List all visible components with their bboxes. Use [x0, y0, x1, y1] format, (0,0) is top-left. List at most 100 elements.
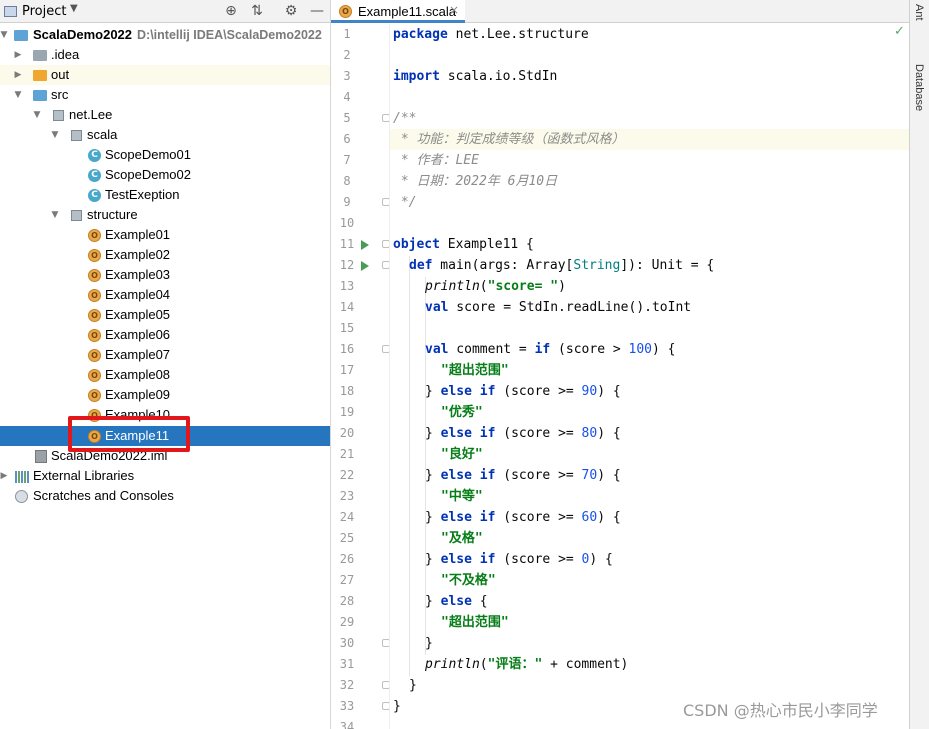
tree-item-example02[interactable]: O Example02 [0, 245, 330, 265]
object-icon: O [88, 249, 101, 262]
package-icon [71, 210, 82, 221]
close-icon[interactable]: × [449, 3, 459, 17]
line-number: 6 [343, 132, 351, 146]
tree-item-test-exeption[interactable]: C TestExeption [0, 185, 330, 205]
project-path: D:\intellij IDEA\ScalaDemo2022 [137, 28, 322, 42]
tree-item-example06[interactable]: O Example06 [0, 325, 330, 345]
collapsed-arrow-icon[interactable]: ▶ [13, 68, 23, 82]
object-icon: O [88, 349, 101, 362]
tree-item-example05[interactable]: O Example05 [0, 305, 330, 325]
package-icon [71, 130, 82, 141]
class-icon: C [88, 169, 101, 182]
object-icon: O [88, 329, 101, 342]
hide-icon[interactable]: — [308, 2, 326, 20]
tree-item-label: TestExeption [105, 187, 180, 202]
run-icon[interactable] [361, 261, 369, 271]
tree-item-label: Example06 [105, 327, 171, 342]
database-tool-button[interactable]: Database [913, 64, 925, 111]
line-number: 5 [343, 111, 351, 125]
line-number: 30 [339, 636, 355, 650]
tree-item-root[interactable]: ▼ ScalaDemo2022 D:\intellij IDEA\ScalaDem… [0, 25, 330, 45]
line-number: 17 [339, 363, 355, 377]
code-comment: * 日期：2022年 6月10日 [393, 174, 558, 189]
tree-item-example03[interactable]: O Example03 [0, 265, 330, 285]
collapse-all-icon[interactable]: ⇅ [248, 2, 266, 20]
tree-item-idea[interactable]: ▶ .idea [0, 45, 330, 65]
inspection-ok-icon[interactable]: ✓ [894, 24, 905, 39]
tree-item-structure[interactable]: ▼ structure [0, 205, 330, 225]
code-editor[interactable]: O Example11.scala × 1 2 3 4 5 6 7 8 9 10… [331, 0, 909, 729]
tree-item-label: structure [87, 207, 138, 222]
code-line: "超出范围" [441, 363, 509, 378]
tree-item-label: Example04 [105, 287, 171, 302]
code-line: } [393, 699, 401, 714]
line-number: 23 [339, 489, 355, 503]
run-icon[interactable] [361, 240, 369, 250]
collapsed-arrow-icon[interactable]: ▶ [13, 48, 23, 62]
line-number: 19 [339, 405, 355, 419]
iml-file-icon [35, 450, 47, 463]
line-number: 26 [339, 552, 355, 566]
module-folder-icon [14, 30, 28, 41]
tree-item-external-libraries[interactable]: ▶ External Libraries [0, 466, 330, 486]
code-line: } [425, 636, 433, 651]
line-number: 27 [339, 573, 355, 587]
gear-icon[interactable]: ⚙ [282, 2, 300, 20]
code-comment: * 功能：判定成绩等级（函数式风格） [393, 132, 625, 147]
tree-item-label: scala [87, 127, 118, 142]
expand-arrow-icon[interactable]: ▼ [50, 128, 60, 142]
tree-item-label: ScopeDemo02 [105, 167, 191, 182]
tree-item-label: .idea [51, 47, 80, 62]
tree-item-label: External Libraries [33, 468, 135, 483]
expand-arrow-icon[interactable]: ▼ [32, 108, 42, 122]
code-line: } else if (score >= 70) { [425, 468, 621, 483]
tree-item-label: Example09 [105, 387, 171, 402]
code-line: } else if (score >= 80) { [425, 426, 621, 441]
code-line: println("score= ") [425, 279, 566, 294]
line-number: 21 [339, 447, 355, 461]
project-panel-title[interactable]: Project [22, 4, 66, 19]
code-line: "及格" [441, 531, 483, 546]
ant-tool-button[interactable]: Ant [913, 4, 925, 21]
code-line: val score = StdIn.readLine().toInt [425, 300, 692, 315]
object-icon: O [339, 5, 352, 18]
code-comment: * 作者：LEE [393, 153, 479, 168]
tab-example11-scala[interactable]: O Example11.scala × [331, 0, 465, 23]
tree-item-net-lee[interactable]: ▼ net.Lee [0, 105, 330, 125]
line-number: 32 [339, 678, 355, 692]
tree-item-example08[interactable]: O Example08 [0, 365, 330, 385]
project-icon [4, 6, 17, 17]
code-line: } else if (score >= 60) { [425, 510, 621, 525]
code-line: } [409, 678, 417, 693]
locate-icon[interactable]: ⊕ [222, 2, 240, 20]
expand-arrow-icon[interactable]: ▼ [50, 208, 60, 222]
line-number: 31 [339, 657, 355, 671]
code-line: "优秀" [441, 405, 483, 420]
red-highlight-box [68, 416, 190, 452]
code-line: "良好" [441, 447, 483, 462]
line-number: 24 [339, 510, 355, 524]
watermark-text: CSDN @热心市民小李同学 [683, 701, 878, 720]
tree-item-example01[interactable]: O Example01 [0, 225, 330, 245]
collapsed-arrow-icon[interactable]: ▶ [0, 469, 9, 483]
expand-arrow-icon[interactable]: ▼ [0, 28, 9, 42]
code-line: "不及格" [441, 573, 496, 588]
line-number: 28 [339, 594, 355, 608]
tree-item-label: Example03 [105, 267, 171, 282]
line-number: 2 [343, 48, 351, 62]
tree-item-example09[interactable]: O Example09 [0, 385, 330, 405]
tree-item-example07[interactable]: O Example07 [0, 345, 330, 365]
tree-item-scope-demo-01[interactable]: C ScopeDemo01 [0, 145, 330, 165]
chevron-down-icon[interactable]: ▼ [70, 3, 78, 14]
tree-item-example04[interactable]: O Example04 [0, 285, 330, 305]
tree-item-scratches[interactable]: Scratches and Consoles [0, 486, 330, 506]
line-number: 33 [339, 699, 355, 713]
line-number: 16 [339, 342, 355, 356]
tree-item-src[interactable]: ▼ src [0, 85, 330, 105]
tree-item-scope-demo-02[interactable]: C ScopeDemo02 [0, 165, 330, 185]
tree-item-out[interactable]: ▶ out [0, 65, 330, 85]
tab-label: Example11.scala [358, 4, 457, 19]
expand-arrow-icon[interactable]: ▼ [13, 88, 23, 102]
editor-gutter[interactable]: 1 2 3 4 5 6 7 8 9 10 11 12 13 14 15 16 1… [331, 24, 390, 729]
tree-item-scala[interactable]: ▼ scala [0, 125, 330, 145]
